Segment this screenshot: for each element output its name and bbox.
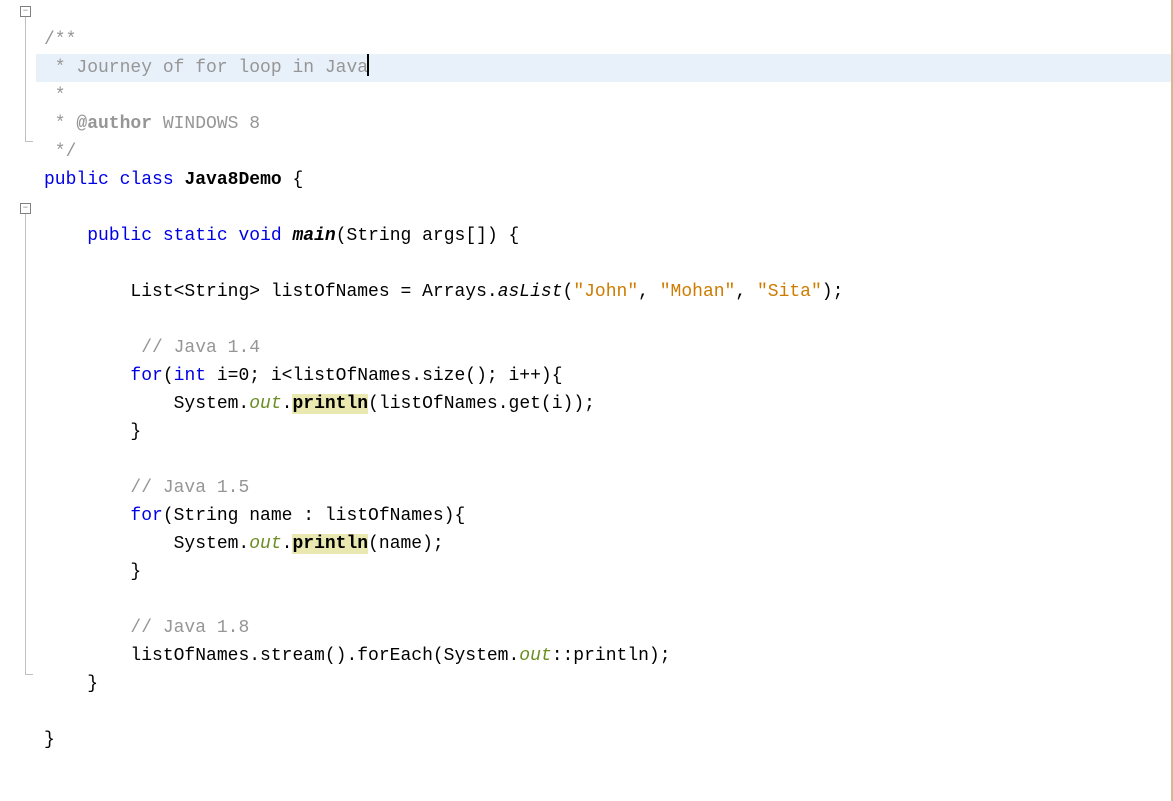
code-line: List<String> listOfNames = Arrays.asList… xyxy=(36,278,1171,306)
code-line: for(String name : listOfNames){ xyxy=(36,502,1171,530)
code-line: // Java 1.8 xyxy=(36,614,1171,642)
code-line: for(int i=0; i<listOfNames.size(); i++){ xyxy=(36,362,1171,390)
code-line: // Java 1.5 xyxy=(36,474,1171,502)
code-line: listOfNames.stream().forEach(System.out:… xyxy=(36,642,1171,670)
code-line: System.out.println(name); xyxy=(36,530,1171,558)
text-caret xyxy=(367,54,369,76)
gutter: − − xyxy=(0,0,36,801)
code-line: } xyxy=(36,558,1171,586)
code-line xyxy=(36,698,1171,726)
code-line: } xyxy=(36,670,1171,698)
code-line xyxy=(36,306,1171,334)
code-line xyxy=(36,194,1171,222)
code-line: public class Java8Demo { xyxy=(36,166,1171,194)
fold-icon-method[interactable]: − xyxy=(20,203,31,214)
code-line: */ xyxy=(36,138,1171,166)
code-line: } xyxy=(36,726,1171,754)
code-area[interactable]: /** * Journey of for loop in Java * * @a… xyxy=(36,0,1171,801)
code-line: * @author WINDOWS 8 xyxy=(36,110,1171,138)
code-line: // Java 1.4 xyxy=(36,334,1171,362)
code-line: } xyxy=(36,418,1171,446)
code-editor: − − /** * Journey of for loop in Java * … xyxy=(0,0,1173,801)
fold-icon-javadoc[interactable]: − xyxy=(20,6,31,17)
code-line xyxy=(36,446,1171,474)
code-line: /** xyxy=(36,26,1171,54)
code-line xyxy=(36,586,1171,614)
code-line-active: * Journey of for loop in Java xyxy=(36,54,1171,82)
code-line: * xyxy=(36,82,1171,110)
code-line: public static void main(String args[]) { xyxy=(36,222,1171,250)
code-line xyxy=(36,250,1171,278)
code-line: System.out.println(listOfNames.get(i)); xyxy=(36,390,1171,418)
